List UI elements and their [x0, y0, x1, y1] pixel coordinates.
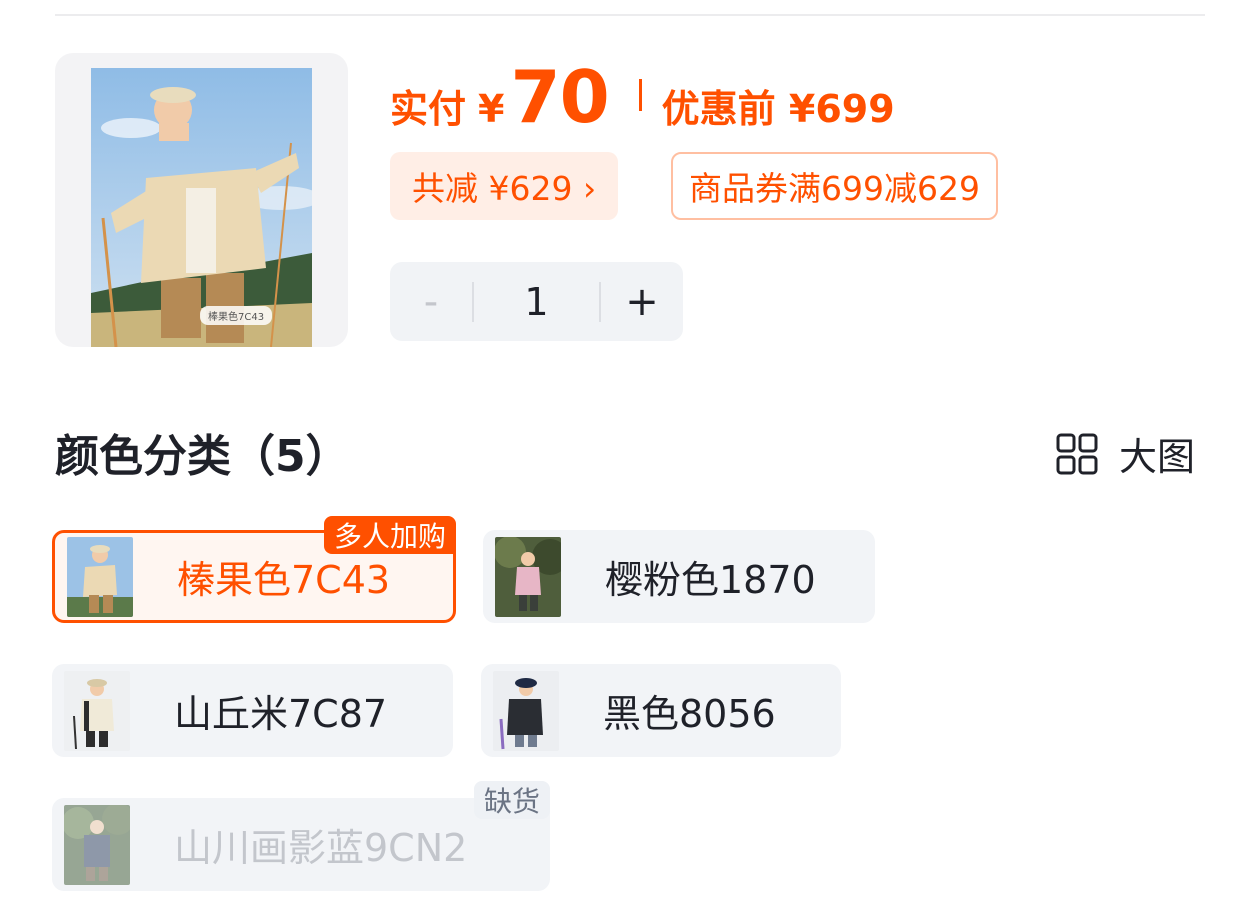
total-discount-chip[interactable]: 共减 ¥629 › — [390, 152, 619, 220]
out-of-stock-badge: 缺货 — [473, 781, 550, 819]
color-option-hazelnut[interactable]: 榛果色7C43 多人加购 — [52, 516, 456, 623]
option-label: 山丘米7C87 — [174, 692, 388, 736]
paid-price: 70 — [510, 55, 609, 139]
currency-symbol: ¥ — [478, 87, 505, 131]
color-option-cherry-pink[interactable]: 樱粉色1870 — [483, 530, 875, 623]
price-separator — [638, 79, 642, 111]
quantity-stepper: - 1 + — [390, 262, 683, 341]
big-view-toggle[interactable]: 大图 — [1055, 426, 1195, 481]
color-option-hill-beige[interactable]: 山丘米7C87 — [52, 664, 453, 757]
option-thumbnail — [67, 536, 133, 617]
color-section-title: 颜色分类（5） — [55, 431, 350, 482]
top-divider — [55, 14, 1205, 16]
paid-label: 实付 — [390, 87, 467, 131]
option-thumbnail — [495, 536, 561, 617]
color-option-mountain-blue[interactable]: 山川画影蓝9CN2 缺货 — [52, 781, 550, 891]
price-row: 实付 ¥ 70 优惠前 ¥699 — [390, 55, 895, 139]
option-thumbnail — [493, 670, 559, 751]
option-label: 黑色8056 — [603, 692, 776, 736]
popular-badge: 多人加购 — [323, 516, 456, 554]
option-label: 樱粉色1870 — [605, 558, 816, 602]
option-thumbnail — [64, 670, 130, 751]
color-option-black[interactable]: 黑色8056 — [481, 664, 841, 757]
image-color-tag: 棒果色7C43 — [200, 306, 273, 325]
big-view-label: 大图 — [1119, 435, 1196, 479]
original-price: 优惠前 ¥699 — [661, 87, 895, 131]
minus-icon[interactable]: - — [390, 262, 472, 341]
grid-2x2-icon — [1056, 433, 1098, 474]
option-thumbnail — [64, 804, 130, 885]
option-label: 山川画影蓝9CN2 — [174, 826, 468, 870]
plus-icon[interactable]: + — [601, 262, 683, 341]
product-image — [91, 68, 312, 347]
quantity-input[interactable]: 1 — [474, 280, 599, 324]
product-image-card[interactable]: 棒果色7C43 — [55, 53, 348, 347]
coupon-chip[interactable]: 商品券满699减629 — [671, 152, 998, 220]
option-label: 榛果色7C43 — [177, 558, 391, 602]
